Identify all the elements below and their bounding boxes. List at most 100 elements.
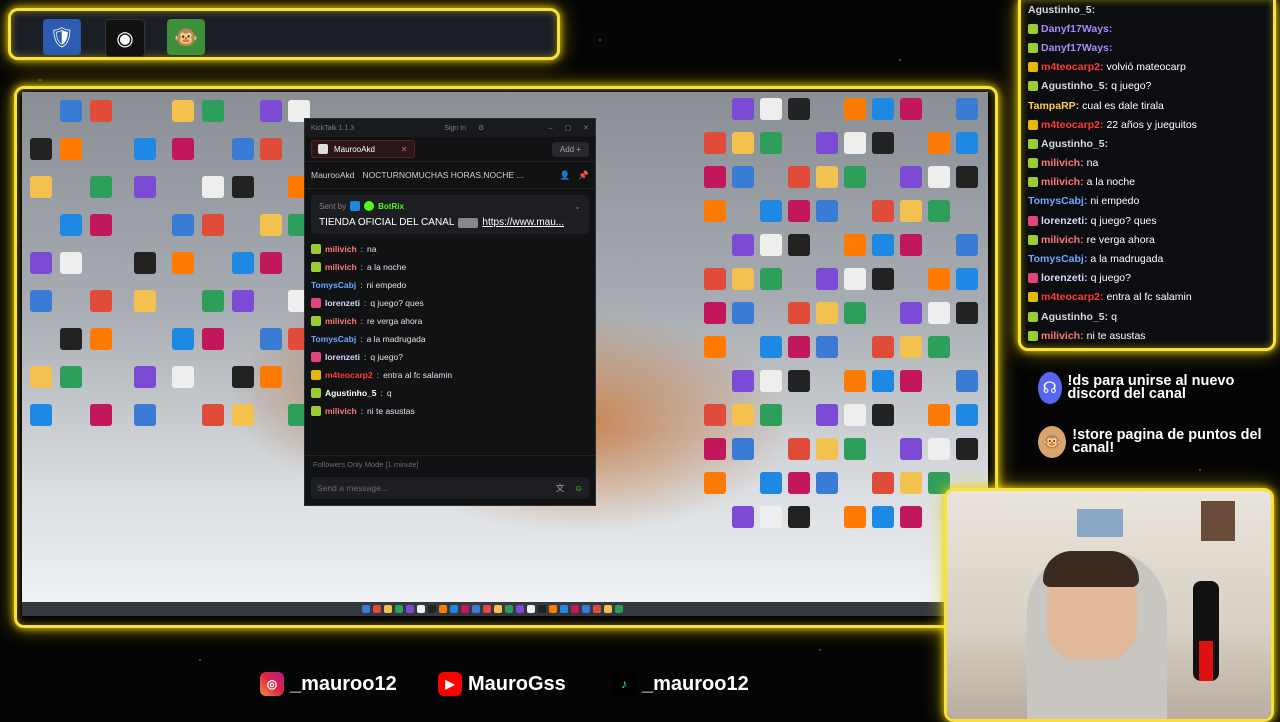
desktop-shortcut-icon[interactable]	[760, 370, 782, 392]
desktop-shortcut-icon[interactable]	[788, 166, 810, 188]
username[interactable]: milivich	[325, 316, 357, 326]
desktop-shortcut-icon[interactable]	[816, 200, 838, 222]
desktop-shortcut-icon[interactable]	[788, 472, 810, 494]
desktop-shortcut-icon[interactable]	[60, 252, 82, 274]
taskbar-app-icon[interactable]	[527, 605, 535, 613]
desktop-shortcut-icon[interactable]	[704, 200, 726, 222]
desktop-shortcut-icon[interactable]	[704, 472, 726, 494]
desktop-shortcut-icon[interactable]	[90, 100, 112, 122]
desktop-shortcut-icon[interactable]	[788, 234, 810, 256]
desktop-shortcut-icon[interactable]	[30, 404, 52, 426]
desktop-shortcut-icon[interactable]	[60, 328, 82, 350]
desktop-shortcut-icon[interactable]	[732, 234, 754, 256]
desktop-shortcut-icon[interactable]	[60, 366, 82, 388]
desktop-shortcut-icon[interactable]	[900, 336, 922, 358]
desktop-shortcut-icon[interactable]	[872, 268, 894, 290]
taskbar-app-icon[interactable]	[428, 605, 436, 613]
tab-maurooakd[interactable]: MaurooAkd ✕	[311, 140, 415, 158]
desktop-shortcut-icon[interactable]	[844, 234, 866, 256]
desktop-shortcut-icon[interactable]	[30, 290, 52, 312]
desktop-shortcut-icon[interactable]	[900, 438, 922, 460]
desktop-shortcut-icon[interactable]	[760, 472, 782, 494]
desktop-shortcut-icon[interactable]	[172, 366, 194, 388]
username[interactable]: milivich	[325, 406, 357, 416]
desktop-shortcut-icon[interactable]	[732, 268, 754, 290]
desktop-shortcut-icon[interactable]	[172, 138, 194, 160]
desktop-shortcut-icon[interactable]	[956, 302, 978, 324]
desktop-shortcut-icon[interactable]	[60, 100, 82, 122]
desktop-shortcut-icon[interactable]	[260, 252, 282, 274]
desktop-shortcut-icon[interactable]	[202, 404, 224, 426]
pinned-link[interactable]: https://www.mau...	[482, 217, 564, 228]
desktop-shortcut-icon[interactable]	[956, 370, 978, 392]
monkey-app-icon[interactable]: 🐵	[167, 19, 205, 55]
taskbar-app-icon[interactable]	[516, 605, 524, 613]
desktop-shortcut-icon[interactable]	[816, 268, 838, 290]
pin-icon[interactable]: 📌	[578, 170, 589, 181]
taskbar-app-icon[interactable]	[483, 605, 491, 613]
taskbar-app-icon[interactable]	[538, 605, 546, 613]
desktop-shortcut-icon[interactable]	[788, 370, 810, 392]
username[interactable]: milivich	[325, 244, 357, 254]
desktop-shortcut-icon[interactable]	[844, 370, 866, 392]
desktop-shortcut-icon[interactable]	[760, 268, 782, 290]
desktop-shortcut-icon[interactable]	[60, 214, 82, 236]
desktop-shortcut-icon[interactable]	[232, 176, 254, 198]
desktop-shortcut-icon[interactable]	[732, 166, 754, 188]
desktop-shortcut-icon[interactable]	[816, 132, 838, 154]
desktop-shortcut-icon[interactable]	[732, 98, 754, 120]
desktop-shortcut-icon[interactable]	[844, 404, 866, 426]
desktop-shortcut-icon[interactable]	[956, 166, 978, 188]
taskbar-app-icon[interactable]	[505, 605, 513, 613]
desktop-shortcut-icon[interactable]	[844, 268, 866, 290]
desktop-shortcut-icon[interactable]	[260, 138, 282, 160]
desktop-shortcut-icon[interactable]	[816, 438, 838, 460]
emote-picker-icon[interactable]: ☺	[574, 483, 583, 493]
desktop-shortcut-icon[interactable]	[760, 234, 782, 256]
desktop-shortcut-icon[interactable]	[928, 132, 950, 154]
desktop-shortcut-icon[interactable]	[760, 506, 782, 528]
desktop-shortcut-icon[interactable]	[704, 166, 726, 188]
desktop-shortcut-icon[interactable]	[134, 252, 156, 274]
desktop-shortcut-icon[interactable]	[704, 268, 726, 290]
taskbar-app-icon[interactable]	[571, 605, 579, 613]
desktop-shortcut-icon[interactable]	[172, 252, 194, 274]
taskbar-app-icon[interactable]	[615, 605, 623, 613]
chevron-down-icon[interactable]: ⌄	[574, 202, 581, 211]
desktop-shortcut-icon[interactable]	[928, 268, 950, 290]
desktop-shortcut-icon[interactable]	[956, 404, 978, 426]
desktop-shortcut-icon[interactable]	[928, 166, 950, 188]
username[interactable]: TomysCabj	[311, 334, 356, 344]
desktop-shortcut-icon[interactable]	[816, 336, 838, 358]
taskbar-app-icon[interactable]	[472, 605, 480, 613]
desktop-shortcut-icon[interactable]	[732, 370, 754, 392]
desktop-shortcut-icon[interactable]	[232, 290, 254, 312]
desktop-shortcut-icon[interactable]	[844, 438, 866, 460]
taskbar-app-icon[interactable]	[604, 605, 612, 613]
desktop-shortcut-icon[interactable]	[704, 404, 726, 426]
desktop-shortcut-icon[interactable]	[90, 176, 112, 198]
desktop-shortcut-icon[interactable]	[788, 336, 810, 358]
desktop-shortcut-icon[interactable]	[30, 366, 52, 388]
desktop-shortcut-icon[interactable]	[788, 98, 810, 120]
desktop-shortcut-icon[interactable]	[872, 370, 894, 392]
taskbar-app-icon[interactable]	[417, 605, 425, 613]
desktop-shortcut-icon[interactable]	[844, 132, 866, 154]
desktop-shortcut-icon[interactable]	[232, 404, 254, 426]
desktop-shortcut-icon[interactable]	[788, 302, 810, 324]
desktop-shortcut-icon[interactable]	[90, 214, 112, 236]
desktop-shortcut-icon[interactable]	[760, 200, 782, 222]
desktop-shortcut-icon[interactable]	[872, 132, 894, 154]
desktop-shortcut-icon[interactable]	[900, 166, 922, 188]
taskbar-app-icon[interactable]	[461, 605, 469, 613]
desktop-shortcut-icon[interactable]	[732, 302, 754, 324]
desktop-shortcut-icon[interactable]	[956, 98, 978, 120]
taskbar-app-icon[interactable]	[373, 605, 381, 613]
desktop-shortcut-icon[interactable]	[760, 404, 782, 426]
desktop-shortcut-icon[interactable]	[704, 302, 726, 324]
desktop-shortcut-icon[interactable]	[956, 132, 978, 154]
desktop-shortcut-icon[interactable]	[900, 370, 922, 392]
desktop-shortcut-icon[interactable]	[172, 328, 194, 350]
desktop-shortcut-icon[interactable]	[134, 404, 156, 426]
desktop-shortcut-icon[interactable]	[30, 176, 52, 198]
